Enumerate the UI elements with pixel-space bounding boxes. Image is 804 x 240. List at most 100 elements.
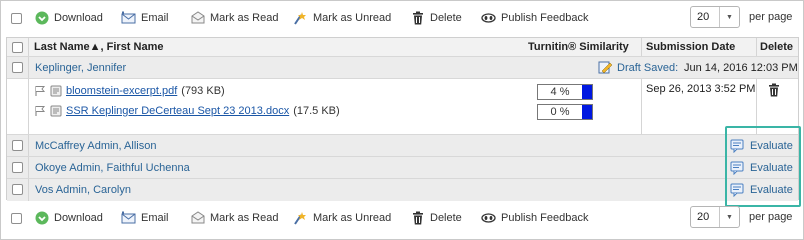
- similarity-color-block: [582, 85, 592, 99]
- per-page-control: 20 ▼ per page: [690, 6, 792, 28]
- email-label: Email: [141, 11, 169, 24]
- divider: [28, 38, 29, 56]
- per-page-label: per page: [749, 11, 793, 23]
- delete-label: Delete: [430, 211, 462, 224]
- download-label: Download: [54, 211, 103, 224]
- mark-read-icon: [190, 10, 205, 25]
- chevron-down-icon[interactable]: ▼: [719, 207, 739, 227]
- toolbar-bottom: Download Email Mark as Read Mark as Unre…: [0, 204, 804, 232]
- draft-saved-date: Jun 14, 2016 12:03 PM: [684, 62, 798, 74]
- draft-icon: [598, 60, 613, 78]
- mark-as-unread-button[interactable]: Mark as Unread: [293, 10, 391, 25]
- email-label: Email: [141, 211, 169, 224]
- student-row: Okoye Admin, Faithful Uchenna Evaluate: [7, 157, 798, 179]
- mark-unread-label: Mark as Unread: [313, 11, 392, 24]
- date-column-header: Submission Date: [646, 41, 736, 53]
- email-icon: [121, 10, 136, 25]
- file-size: (793 KB): [181, 85, 225, 97]
- divider: [28, 79, 29, 134]
- divider: [641, 38, 642, 56]
- chevron-down-icon[interactable]: ▼: [719, 7, 739, 27]
- draft-saved-label: Draft Saved:: [617, 62, 679, 74]
- row-checkbox[interactable]: [12, 140, 23, 151]
- file-item: SSR Keplinger DeCerteau Sept 23 2013.doc…: [34, 105, 340, 117]
- email-button[interactable]: Email: [121, 10, 169, 25]
- name-column-header[interactable]: Last Name▲, First Name: [34, 41, 164, 53]
- mark-as-read-button[interactable]: Mark as Read: [190, 10, 278, 25]
- student-row: Vos Admin, Carolyn Evaluate: [7, 179, 798, 201]
- trash-icon[interactable]: [768, 83, 780, 100]
- mark-read-label: Mark as Read: [210, 211, 279, 224]
- download-icon: [34, 210, 49, 225]
- publish-icon: [481, 210, 496, 225]
- mark-as-read-button[interactable]: Mark as Read: [190, 210, 278, 225]
- evaluate-highlight-box: [725, 126, 801, 207]
- delete-button[interactable]: Delete: [410, 10, 462, 25]
- per-page-value: 20: [697, 211, 710, 223]
- per-page-select[interactable]: 20 ▼: [690, 6, 740, 28]
- turnitin-column-header: Turnitin® Similarity: [528, 41, 629, 53]
- per-page-value: 20: [697, 11, 710, 23]
- mark-read-label: Mark as Read: [210, 11, 279, 24]
- divider: [28, 57, 29, 78]
- select-all-checkbox[interactable]: [11, 213, 22, 224]
- submission-files-row: bloomstein-excerpt.pdf (793 KB) SSR Kepl…: [7, 79, 798, 135]
- similarity-percent: 0 %: [538, 105, 582, 119]
- student-row-keplinger: Keplinger, Jennifer Draft Saved: Jun 14,…: [7, 57, 798, 79]
- mark-unread-icon: [293, 10, 308, 25]
- download-button[interactable]: Download: [34, 210, 103, 225]
- header-checkbox[interactable]: [12, 42, 23, 53]
- divider: [28, 135, 29, 156]
- divider: [28, 179, 29, 201]
- similarity-color-block: [582, 105, 592, 119]
- divider: [756, 38, 757, 56]
- file-link[interactable]: bloomstein-excerpt.pdf: [66, 85, 177, 97]
- table-header: Last Name▲, First Name Turnitin® Similar…: [7, 38, 798, 57]
- publish-feedback-button[interactable]: Publish Feedback: [481, 210, 588, 225]
- trash-icon: [410, 10, 425, 25]
- student-name[interactable]: Keplinger, Jennifer: [35, 62, 126, 74]
- flag-icon[interactable]: [34, 85, 46, 97]
- per-page-control: 20 ▼ per page: [690, 206, 792, 228]
- file-icon: [50, 105, 62, 117]
- row-checkbox[interactable]: [12, 184, 23, 195]
- student-name[interactable]: McCaffrey Admin, Allison: [35, 140, 156, 152]
- submission-date: Sep 26, 2013 3:52 PM: [646, 83, 756, 95]
- per-page-select[interactable]: 20 ▼: [690, 206, 740, 228]
- divider: [641, 79, 642, 134]
- row-checkbox[interactable]: [12, 162, 23, 173]
- per-page-label: per page: [749, 211, 793, 223]
- delete-column-header: Delete: [760, 41, 794, 53]
- turnitin-score[interactable]: 0 %: [537, 104, 593, 120]
- toolbar-top: Download Email Mark as Read Mark as Unre…: [0, 4, 804, 32]
- student-row: McCaffrey Admin, Allison Evaluate: [7, 135, 798, 157]
- publish-label: Publish Feedback: [501, 11, 589, 24]
- file-link[interactable]: SSR Keplinger DeCerteau Sept 23 2013.doc…: [66, 105, 289, 117]
- row-checkbox[interactable]: [12, 62, 23, 73]
- download-icon: [34, 10, 49, 25]
- publish-label: Publish Feedback: [501, 211, 589, 224]
- mark-unread-icon: [293, 210, 308, 225]
- email-button[interactable]: Email: [121, 210, 169, 225]
- publish-icon: [481, 10, 496, 25]
- turnitin-score[interactable]: 4 %: [537, 84, 593, 100]
- divider: [28, 157, 29, 178]
- download-label: Download: [54, 11, 103, 24]
- delete-label: Delete: [430, 11, 462, 24]
- student-name[interactable]: Okoye Admin, Faithful Uchenna: [35, 162, 190, 174]
- file-icon: [50, 85, 62, 97]
- submissions-table: Last Name▲, First Name Turnitin® Similar…: [6, 37, 799, 201]
- file-item: bloomstein-excerpt.pdf (793 KB): [34, 85, 225, 97]
- mark-unread-label: Mark as Unread: [313, 211, 392, 224]
- trash-icon: [410, 210, 425, 225]
- delete-button[interactable]: Delete: [410, 210, 462, 225]
- publish-feedback-button[interactable]: Publish Feedback: [481, 10, 588, 25]
- student-name[interactable]: Vos Admin, Carolyn: [35, 184, 131, 196]
- select-all-checkbox[interactable]: [11, 13, 22, 24]
- download-button[interactable]: Download: [34, 10, 103, 25]
- file-size: (17.5 KB): [293, 105, 340, 117]
- mark-read-icon: [190, 210, 205, 225]
- flag-icon[interactable]: [34, 105, 46, 117]
- mark-as-unread-button[interactable]: Mark as Unread: [293, 210, 391, 225]
- email-icon: [121, 210, 136, 225]
